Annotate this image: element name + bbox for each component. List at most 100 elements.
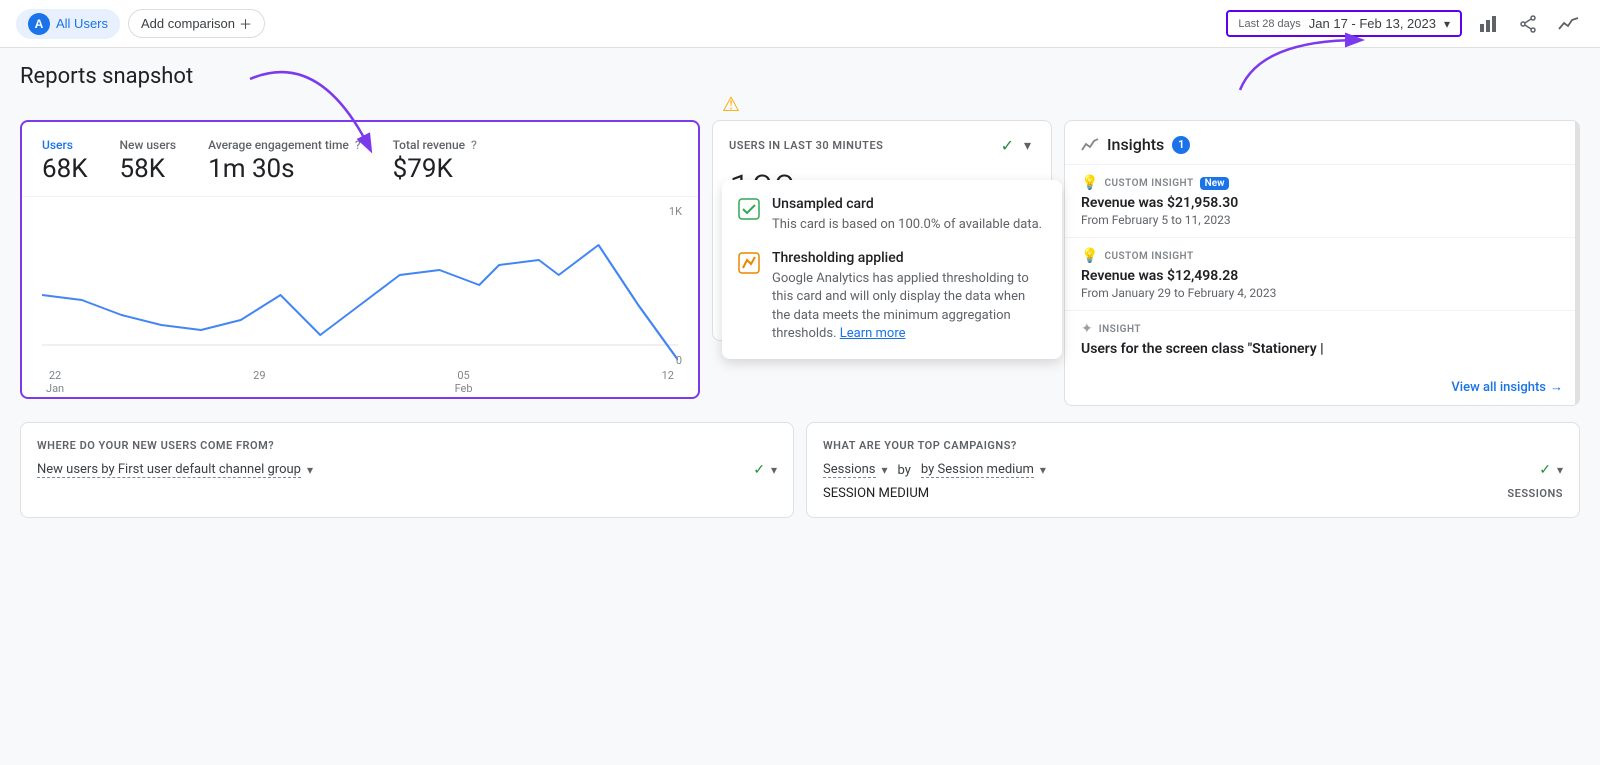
insights-trend-icon bbox=[1081, 136, 1099, 154]
realtime-dropdown-button[interactable]: ▾ bbox=[1020, 133, 1035, 158]
check-icon2: ✓ bbox=[1539, 462, 1551, 478]
scrollbar[interactable] bbox=[1575, 121, 1579, 405]
view-insights-label: View all insights bbox=[1451, 380, 1546, 395]
chart-x-12: 12 bbox=[662, 369, 674, 395]
new-users-sub-label[interactable]: New users by First user default channel … bbox=[37, 462, 301, 478]
insight-type-row-3: ✦ INSIGHT bbox=[1081, 321, 1563, 337]
view-all-insights-link[interactable]: View all insights → bbox=[1065, 369, 1579, 405]
all-users-label: All Users bbox=[56, 16, 108, 31]
main-row: Users 68K New users 58K Average engageme… bbox=[20, 120, 1580, 406]
insight-item-2: 💡 CUSTOM INSIGHT Revenue was $12,498.28 … bbox=[1065, 237, 1579, 310]
insight-type-row-1: 💡 CUSTOM INSIGHT New bbox=[1081, 175, 1563, 191]
trend-icon-button[interactable] bbox=[1554, 13, 1584, 35]
unsampled-icon bbox=[738, 198, 760, 225]
chart-x-22jan: 22Jan bbox=[46, 369, 64, 395]
tooltip-threshold-desc: Google Analytics has applied thresholdin… bbox=[772, 270, 1046, 343]
realtime-check-icon: ✓ bbox=[1001, 136, 1014, 155]
sessions-dropdown-icon[interactable]: ▾ bbox=[882, 463, 888, 477]
dropdown-arrow-icon2[interactable]: ▾ bbox=[771, 463, 777, 477]
arrow-right-icon2: → bbox=[1550, 379, 1563, 395]
learn-more-link[interactable]: Learn more bbox=[840, 326, 906, 341]
chart-icon-button[interactable] bbox=[1474, 10, 1502, 38]
warning-icon: ⚠ bbox=[722, 92, 740, 116]
users-label: Users bbox=[42, 138, 88, 152]
insight-type-label-3: INSIGHT bbox=[1099, 324, 1141, 335]
insight-date-2: From January 29 to February 4, 2023 bbox=[1081, 286, 1563, 300]
realtime-wrapper: ⚠ USERS IN LAST 30 MINUTES ✓ ▾ 100 Boliv… bbox=[712, 120, 1052, 341]
chart-y-top: 1K bbox=[669, 205, 682, 218]
tooltip-item-unsampled: Unsampled card This card is based on 100… bbox=[738, 196, 1046, 234]
total-revenue-value: $79K bbox=[393, 154, 477, 184]
campaigns-card-title: WHAT ARE YOUR TOP CAMPAIGNS? bbox=[823, 439, 1563, 452]
sessions-col-row: SESSION MEDIUM SESSIONS bbox=[823, 486, 1563, 501]
sessions-label[interactable]: Sessions bbox=[823, 462, 876, 478]
top-bar: A All Users Add comparison ＋ Last 28 day… bbox=[0, 0, 1600, 48]
bulb-icon-2: 💡 bbox=[1081, 248, 1098, 264]
share-icon-button[interactable] bbox=[1514, 10, 1542, 38]
tooltip-overlay: Unsampled card This card is based on 100… bbox=[722, 180, 1062, 359]
top-bar-right: Last 28 days Jan 17 - Feb 13, 2023 ▾ bbox=[1226, 10, 1584, 38]
tooltip-threshold-content: Thresholding applied Google Analytics ha… bbox=[772, 250, 1046, 343]
insight-value-3: Users for the screen class "Stationery | bbox=[1081, 341, 1563, 357]
metric-avg-engagement: Average engagement time ? 1m 30s bbox=[208, 138, 361, 184]
insight-type-label-2: CUSTOM INSIGHT bbox=[1104, 251, 1193, 262]
add-comparison-button[interactable]: Add comparison ＋ bbox=[128, 9, 265, 38]
date-range-button[interactable]: Last 28 days Jan 17 - Feb 13, 2023 ▾ bbox=[1226, 10, 1462, 37]
total-revenue-label: Total revenue ? bbox=[393, 138, 477, 152]
threshold-icon bbox=[738, 252, 760, 279]
insight-type-label-1: CUSTOM INSIGHT bbox=[1104, 178, 1193, 189]
all-users-button[interactable]: A All Users bbox=[16, 9, 120, 39]
chart-x-05feb: 05Feb bbox=[455, 369, 473, 395]
chevron-down-icon: ▾ bbox=[1444, 17, 1450, 31]
realtime-header-right: ✓ ▾ bbox=[1001, 133, 1035, 158]
metrics-chart-card: Users 68K New users 58K Average engageme… bbox=[20, 120, 700, 399]
user-avatar: A bbox=[28, 13, 50, 35]
tooltip-item-threshold: Thresholding applied Google Analytics ha… bbox=[738, 250, 1046, 343]
insight-item-1: 💡 CUSTOM INSIGHT New Revenue was $21,958… bbox=[1065, 164, 1579, 237]
insights-header: Insights 1 bbox=[1065, 121, 1579, 164]
insight-new-badge: New bbox=[1200, 177, 1230, 190]
sessions-col-label: SESSIONS bbox=[1507, 487, 1563, 500]
dropdown-arrow-icon3[interactable]: ▾ bbox=[1557, 463, 1563, 477]
avg-engagement-value: 1m 30s bbox=[208, 154, 361, 184]
campaigns-card: WHAT ARE YOUR TOP CAMPAIGNS? Sessions ▾ … bbox=[806, 422, 1580, 518]
metric-total-revenue: Total revenue ? $79K bbox=[393, 138, 477, 184]
avg-engagement-label: Average engagement time ? bbox=[208, 138, 361, 152]
metric-new-users: New users 58K bbox=[120, 138, 177, 184]
new-users-value: 58K bbox=[120, 154, 177, 184]
session-medium-label[interactable]: by Session medium bbox=[921, 462, 1034, 478]
dropdown-arrow-icon[interactable]: ▾ bbox=[307, 463, 313, 477]
page-title: Reports snapshot bbox=[20, 64, 193, 89]
help-icon[interactable]: ? bbox=[355, 138, 361, 152]
star-icon-3: ✦ bbox=[1081, 321, 1093, 337]
insight-value-2: Revenue was $12,498.28 bbox=[1081, 268, 1563, 284]
insights-card: Insights 1 💡 CUSTOM INSIGHT New Revenue … bbox=[1064, 120, 1580, 406]
bulb-icon-1: 💡 bbox=[1081, 175, 1098, 191]
new-users-label: New users bbox=[120, 138, 177, 152]
date-range-last: Last 28 days bbox=[1238, 18, 1300, 30]
insight-item-3: ✦ INSIGHT Users for the screen class "St… bbox=[1065, 310, 1579, 369]
add-comparison-label: Add comparison bbox=[141, 16, 235, 31]
chart-line bbox=[42, 205, 678, 365]
campaigns-card-sub: Sessions ▾ by by Session medium ▾ ✓ ▾ bbox=[823, 462, 1563, 478]
session-medium-col-label: SESSION MEDIUM bbox=[823, 486, 929, 501]
insights-badge: 1 bbox=[1172, 136, 1190, 154]
help-icon2[interactable]: ? bbox=[471, 138, 477, 152]
tooltip-unsampled-title: Unsampled card bbox=[772, 196, 1042, 212]
realtime-title: USERS IN LAST 30 MINUTES bbox=[729, 139, 883, 152]
realtime-header: USERS IN LAST 30 MINUTES ✓ ▾ bbox=[713, 121, 1051, 166]
chart-area: 1K 0 22Jan 29 05Feb 12 bbox=[22, 197, 698, 397]
new-users-card: WHERE DO YOUR NEW USERS COME FROM? New u… bbox=[20, 422, 794, 518]
insight-date-1: From February 5 to 11, 2023 bbox=[1081, 213, 1563, 227]
new-users-card-sub: New users by First user default channel … bbox=[37, 462, 777, 478]
medium-dropdown-icon[interactable]: ▾ bbox=[1040, 463, 1046, 477]
new-users-card-title: WHERE DO YOUR NEW USERS COME FROM? bbox=[37, 439, 777, 452]
page-title-row: Reports snapshot bbox=[20, 64, 1580, 104]
insights-title: Insights bbox=[1107, 135, 1164, 154]
tooltip-unsampled-content: Unsampled card This card is based on 100… bbox=[772, 196, 1042, 234]
metric-users: Users 68K bbox=[42, 138, 88, 184]
insight-type-row-2: 💡 CUSTOM INSIGHT bbox=[1081, 248, 1563, 264]
insight-value-1: Revenue was $21,958.30 bbox=[1081, 195, 1563, 211]
main-content: Reports snapshot Users bbox=[0, 48, 1600, 534]
tooltip-threshold-title: Thresholding applied bbox=[772, 250, 1046, 266]
